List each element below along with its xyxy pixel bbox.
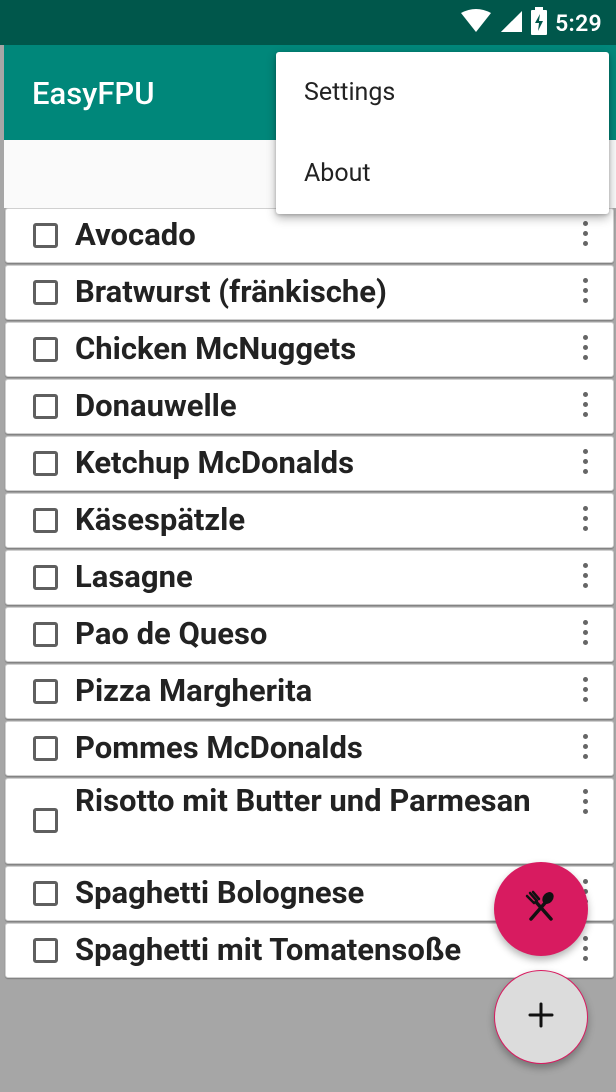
list-item[interactable]: Pao de Queso	[5, 607, 614, 662]
food-name-label: Avocado	[75, 216, 196, 253]
more-vert-icon[interactable]	[583, 506, 589, 531]
item-checkbox[interactable]	[33, 808, 58, 833]
food-name-label: Lasagne	[75, 558, 193, 595]
overflow-menu: Settings About	[276, 52, 609, 214]
list-item[interactable]: Donauwelle	[5, 379, 614, 434]
food-name-label: Ketchup McDonalds	[75, 444, 355, 481]
list-item[interactable]: Käsespätzle	[5, 493, 614, 548]
more-vert-icon[interactable]	[583, 449, 589, 474]
more-vert-icon[interactable]	[583, 936, 589, 961]
meal-fab-button[interactable]	[494, 862, 588, 956]
list-item[interactable]: Lasagne	[5, 550, 614, 605]
item-checkbox[interactable]	[33, 881, 58, 906]
signal-icon	[499, 9, 523, 37]
food-name-label: Risotto mit Butter und Parmesan	[75, 782, 531, 819]
app-title: EasyFPU	[32, 75, 155, 112]
list-item[interactable]: Ketchup McDonalds	[5, 436, 614, 491]
more-vert-icon[interactable]	[583, 620, 589, 645]
food-name-label: Spaghetti mit Tomatensoße	[75, 931, 462, 968]
item-checkbox[interactable]	[33, 451, 58, 476]
status-time: 5:29	[555, 9, 602, 37]
more-vert-icon[interactable]	[583, 734, 589, 759]
more-vert-icon[interactable]	[583, 392, 589, 417]
food-list: Avocado Bratwurst (fränkische) Chicken McN…	[5, 208, 614, 980]
item-checkbox[interactable]	[33, 736, 58, 761]
item-checkbox[interactable]	[33, 508, 58, 533]
list-item[interactable]: Avocado	[5, 208, 614, 263]
item-checkbox[interactable]	[33, 223, 58, 248]
food-name-label: Bratwurst (fränkische)	[75, 273, 387, 310]
item-checkbox[interactable]	[33, 938, 58, 963]
plus-icon	[527, 1001, 555, 1033]
item-checkbox[interactable]	[33, 337, 58, 362]
item-checkbox[interactable]	[33, 679, 58, 704]
item-checkbox[interactable]	[33, 394, 58, 419]
food-name-label: Pao de Queso	[75, 615, 268, 652]
list-item[interactable]: Bratwurst (fränkische)	[5, 265, 614, 320]
food-name-label: Spaghetti Bolognese	[75, 874, 365, 911]
more-vert-icon[interactable]	[583, 335, 589, 360]
more-vert-icon[interactable]	[583, 221, 589, 246]
list-item[interactable]: Chicken McNuggets	[5, 322, 614, 377]
wifi-icon	[461, 9, 492, 37]
food-name-label: Chicken McNuggets	[75, 330, 357, 367]
status-bar: 5:29	[0, 0, 616, 45]
item-checkbox[interactable]	[33, 622, 58, 647]
battery-icon	[531, 7, 548, 39]
list-item[interactable]: Pizza Margherita	[5, 664, 614, 719]
add-food-fab-button[interactable]	[494, 970, 588, 1064]
menu-item-about[interactable]: About	[276, 133, 609, 214]
list-item[interactable]: Pommes McDonalds	[5, 721, 614, 776]
food-name-label: Pommes McDonalds	[75, 729, 363, 766]
food-name-label: Käsespätzle	[75, 501, 246, 538]
more-vert-icon[interactable]	[583, 789, 589, 814]
item-checkbox[interactable]	[33, 280, 58, 305]
list-item[interactable]: Risotto mit Butter und Parmesan	[5, 778, 614, 864]
more-vert-icon[interactable]	[583, 278, 589, 303]
status-icons: 5:29	[461, 7, 602, 39]
more-vert-icon[interactable]	[583, 677, 589, 702]
food-name-label: Pizza Margherita	[75, 672, 313, 709]
fork-spoon-icon	[523, 889, 559, 929]
item-checkbox[interactable]	[33, 565, 58, 590]
food-name-label: Donauwelle	[75, 387, 237, 424]
more-vert-icon[interactable]	[583, 563, 589, 588]
menu-item-settings[interactable]: Settings	[276, 52, 609, 133]
